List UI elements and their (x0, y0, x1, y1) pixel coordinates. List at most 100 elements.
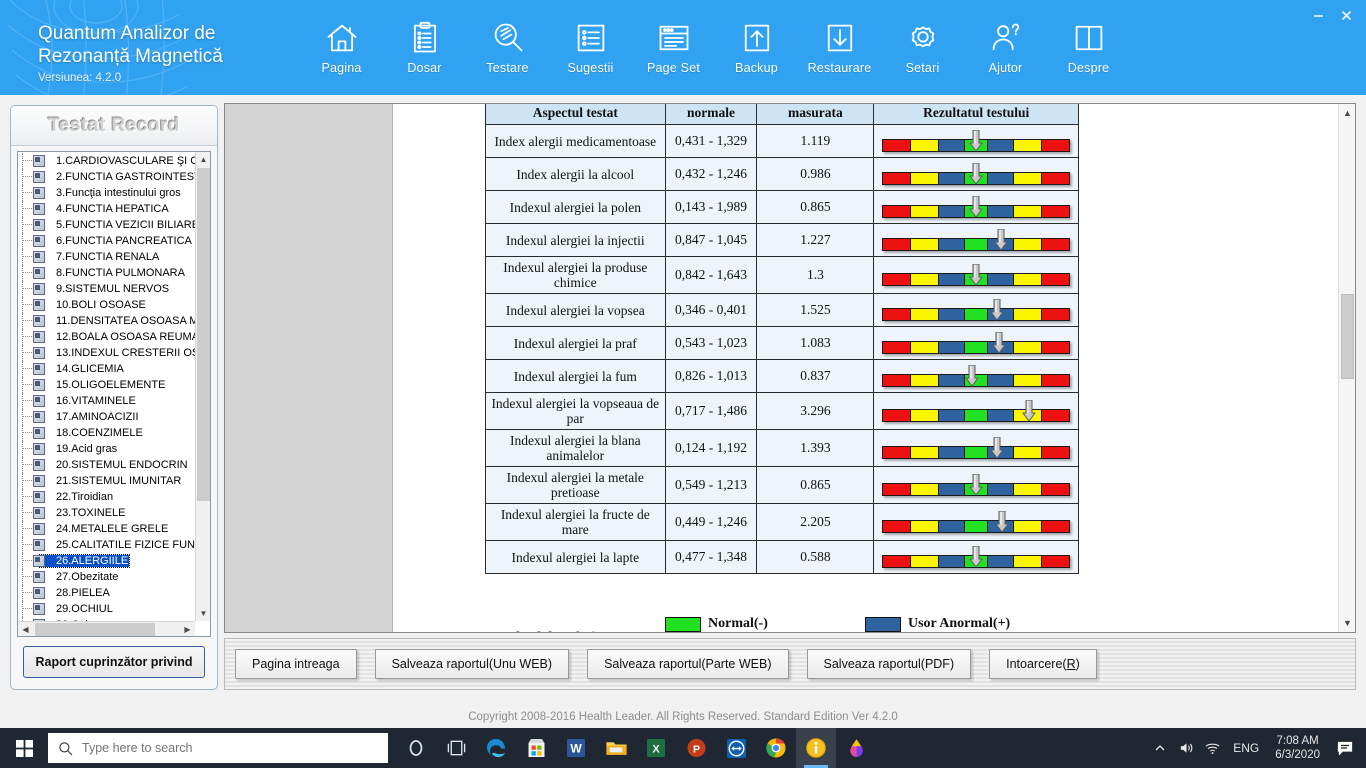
wifi-icon[interactable] (1199, 728, 1225, 768)
nav-label: Restaurare (807, 61, 872, 75)
nav-item-sugestii[interactable]: Sugestii (549, 20, 632, 75)
action-button[interactable]: Intoarcere(R) (989, 649, 1097, 679)
gauge-marker-icon (969, 196, 983, 218)
gauge-segment (1042, 206, 1070, 217)
tree-item[interactable]: 4.FUNCTIA HEPATICA (18, 201, 195, 217)
tree-item[interactable]: 7.FUNCTIA RENALA (18, 249, 195, 265)
action-center-icon[interactable] (1328, 728, 1362, 768)
tree-vertical-scrollbar[interactable]: ▲ ▼ (195, 152, 210, 621)
gauge-segment (883, 173, 912, 184)
document-icon (33, 427, 45, 439)
nav-item-dosar[interactable]: Dosar (383, 20, 466, 75)
tree-item[interactable]: 29.OCHIUL (18, 601, 195, 617)
close-button[interactable] (1332, 2, 1360, 28)
gauge-segment (883, 274, 912, 285)
search-input[interactable] (82, 741, 362, 755)
task-view-icon[interactable] (436, 728, 476, 768)
action-button[interactable]: Salveaza raportul(Unu WEB) (374, 649, 570, 679)
tree-item[interactable]: 27.Obezitate (18, 569, 195, 585)
tree-item[interactable]: 20.SISTEMUL ENDOCRIN (18, 457, 195, 473)
action-button[interactable]: Salveaza raportul(Parte WEB) (587, 649, 789, 679)
clock[interactable]: 7:08 AM 6/3/2020 (1267, 734, 1328, 762)
cell-result-gauge (873, 256, 1079, 294)
tree-item-label: 11.DENSITATEA OSOASA MIN (56, 315, 195, 327)
language-indicator[interactable]: ENG (1225, 741, 1267, 755)
nav-item-ajutor[interactable]: Ajutor (964, 20, 1047, 75)
word-icon[interactable]: W (556, 728, 596, 768)
tree-item[interactable]: 8.FUNCTIA PULMONARA (18, 265, 195, 281)
microsoft-store-icon[interactable] (516, 728, 556, 768)
hscrollbar-thumb[interactable] (35, 623, 155, 636)
tree-item[interactable]: 5.FUNCTIA VEZICII BILIARE (18, 217, 195, 233)
action-button[interactable]: Salveaza raportul(PDF) (806, 649, 972, 679)
excel-icon[interactable]: X (636, 728, 676, 768)
nav-item-testare[interactable]: Testare (466, 20, 549, 75)
windows-start-icon[interactable] (0, 728, 48, 768)
tree-item[interactable]: 26.ALERGIILE (18, 553, 195, 569)
gauge-segment (911, 140, 940, 151)
copyright-text: Copyright 2008-2016 Health Leader. All R… (468, 710, 898, 723)
scrollbar-thumb[interactable] (1341, 294, 1354, 379)
nav-item-backup[interactable]: Backup (715, 20, 798, 75)
tree-item[interactable]: 25.CALITATILE FIZICE FUNDA (18, 537, 195, 553)
tree-item[interactable]: 6.FUNCTIA PANCREATICA (18, 233, 195, 249)
tree-item[interactable]: 13.INDEXUL CRESTERII OSOA (18, 345, 195, 361)
comprehensive-report-button[interactable]: Raport cuprinzător privind (23, 646, 205, 678)
tree-item[interactable]: 17.AMINOACIZII (18, 409, 195, 425)
tree-item[interactable]: 2.FUNCTIA GASTROINTESTINA (18, 169, 195, 185)
tree-item[interactable]: 22.Tiroidian (18, 489, 195, 505)
tree-item[interactable]: 21.SISTEMUL IMUNITAR (18, 473, 195, 489)
scroll-up-button[interactable]: ▲ (196, 152, 210, 167)
tree-item[interactable]: 14.GLICEMIA (18, 361, 195, 377)
quantum-analyzer-icon[interactable] (796, 728, 836, 768)
test-record-tree[interactable]: 1.CARDIOVASCULARE ŞI CER 2.FUNCTIA GASTRO… (17, 151, 211, 637)
scrollbar-thumb[interactable] (197, 168, 210, 501)
cell-result-gauge (873, 124, 1079, 158)
scroll-left-button[interactable]: ◀ (18, 622, 33, 636)
nav-item-setari[interactable]: Setari (881, 20, 964, 75)
tree-item[interactable]: 23.TOXINELE (18, 505, 195, 521)
report-vertical-scrollbar[interactable]: ▲ ▼ (1338, 104, 1355, 632)
action-button[interactable]: Pagina intreaga (235, 649, 357, 679)
document-icon (33, 251, 45, 263)
taskbar-search-box[interactable] (48, 733, 388, 763)
scroll-down-button[interactable]: ▼ (196, 606, 210, 621)
tree-item[interactable]: 19.Acid gras (18, 441, 195, 457)
speaker-icon[interactable] (1173, 728, 1199, 768)
tree-item[interactable]: 28.PIELEA (18, 585, 195, 601)
nav-item-pagina[interactable]: Pagina (300, 20, 383, 75)
tree-item[interactable]: 18.COENZIMELE (18, 425, 195, 441)
tree-item-label: 6.FUNCTIA PANCREATICA (56, 235, 192, 247)
chevron-up-icon[interactable] (1147, 728, 1173, 768)
tree-item[interactable]: 3.Funcţia intestinului gros (18, 185, 195, 201)
tree-item[interactable]: 12.BOALA OSOASA REUMAT (18, 329, 195, 345)
tree-item[interactable]: 10.BOLI OSOASE (18, 297, 195, 313)
scroll-down-button[interactable]: ▼ (1339, 614, 1355, 632)
file-explorer-icon[interactable] (596, 728, 636, 768)
sidebar-title: Testat Record (48, 114, 180, 136)
gauge-segment (911, 342, 940, 353)
powerpoint-icon[interactable]: P (676, 728, 716, 768)
gauge-segment (965, 342, 988, 353)
scroll-right-button[interactable]: ▶ (180, 622, 195, 636)
tree-item[interactable]: 11.DENSITATEA OSOASA MIN (18, 313, 195, 329)
tree-item[interactable]: 15.OLIGOELEMENTE (18, 377, 195, 393)
nav-item-page-set[interactable]: Page Set (632, 20, 715, 75)
table-row: Indexul alergiei la metale pretioase 0,54… (485, 466, 1079, 504)
tree-item-label: 29.OCHIUL (56, 603, 113, 615)
tree-item[interactable]: 16.VITAMINELE (18, 393, 195, 409)
edge-icon[interactable] (476, 728, 516, 768)
nav-item-despre[interactable]: Despre (1047, 20, 1130, 75)
paint3d-icon[interactable] (836, 728, 876, 768)
nav-item-restaurare[interactable]: Restaurare (798, 20, 881, 75)
tree-item[interactable]: 9.SISTEMUL NERVOS (18, 281, 195, 297)
tree-item[interactable]: 24.METALELE GRELE (18, 521, 195, 537)
minimize-button[interactable] (1304, 2, 1332, 28)
scroll-up-button[interactable]: ▲ (1339, 104, 1355, 122)
gauge-segment (1042, 410, 1070, 421)
tree-item[interactable]: 1.CARDIOVASCULARE ŞI CER (18, 153, 195, 169)
tree-horizontal-scrollbar[interactable]: ◀ ▶ (18, 621, 195, 636)
teamviewer-icon[interactable] (716, 728, 756, 768)
cortana-icon[interactable] (396, 728, 436, 768)
chrome-icon[interactable] (756, 728, 796, 768)
